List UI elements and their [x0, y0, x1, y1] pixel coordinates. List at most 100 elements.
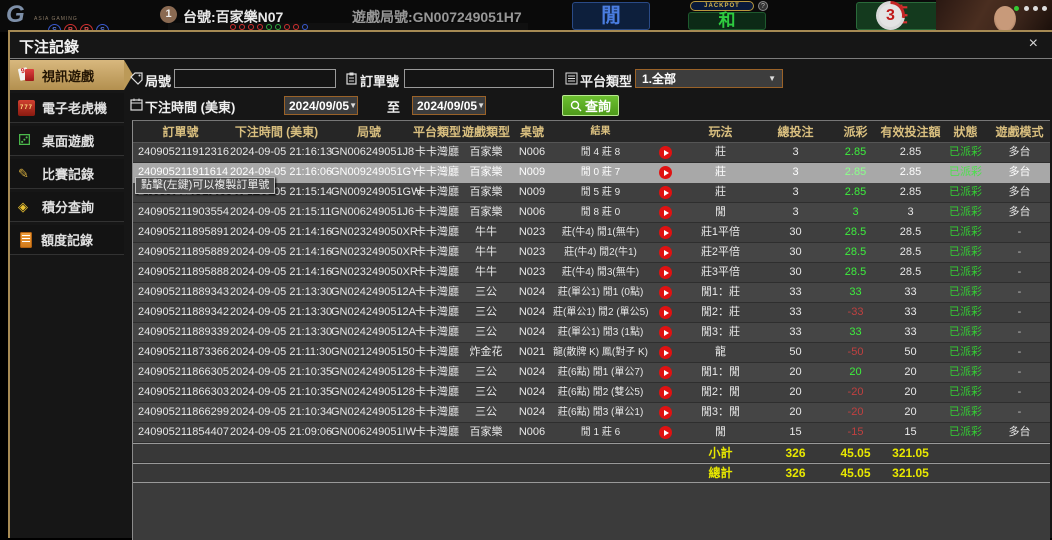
table-row[interactable]: 240905211895888 2024-09-05 21:14:16 GN0232… — [133, 263, 1050, 283]
cell-game: 牛牛 — [475, 266, 497, 278]
bet-records-dialog: 下注記錄 × 9 視訊遊戲 777 電子老虎機 ⚂ 桌面遊戲 ✎ 比賽記錄 ◈ … — [8, 30, 1052, 540]
date-from-select[interactable]: 2024/09/05 ▼ — [284, 96, 358, 115]
play-video-icon[interactable] — [659, 146, 672, 159]
cell-play: 閒 — [715, 426, 726, 438]
date-to-select[interactable]: 2024/09/05 ▼ — [412, 96, 486, 115]
table-row[interactable]: 240905211903554 2024-09-05 21:15:11 GN0062… — [133, 203, 1050, 223]
table-row[interactable]: 240905211895889 2024-09-05 21:14:16 GN0232… — [133, 243, 1050, 263]
round-input[interactable] — [174, 69, 336, 88]
cell-bet: 15 — [789, 426, 802, 438]
ag-logo-subtext: ASIA GAMING — [34, 16, 78, 22]
cell-play: 閒2：莊 — [700, 306, 741, 318]
cell-order: 240905211889339 — [138, 326, 229, 338]
sidebar-item-table-games[interactable]: ⚂ 桌面遊戲 — [10, 126, 124, 156]
cell-play_btn — [648, 403, 683, 422]
cell-payout: 2.85 — [844, 146, 867, 158]
to-label: 至 — [387, 100, 401, 115]
cell-result: 莊(單公1) 閒1 (0點) — [557, 287, 644, 298]
cell-bet: 20 — [789, 406, 802, 418]
cell-result: 莊(6點) 閒1 (單公7) — [557, 367, 644, 378]
cell-payout: 2.85 — [844, 166, 867, 178]
cell-time: 2024-09-05 21:13:30 — [230, 326, 333, 338]
cell-result: 閒 0 莊 7 — [580, 167, 621, 178]
table-row[interactable]: 240905211912316 2024-09-05 21:16:13 GN0062… — [133, 143, 1050, 163]
close-icon[interactable]: × — [1029, 36, 1038, 52]
cell-tbl: N006 — [518, 206, 546, 218]
cell-payout: -50 — [847, 346, 864, 358]
header-cell: 玩法 — [708, 125, 733, 139]
search-icon — [570, 100, 582, 111]
table-row[interactable]: 240905211895891 2024-09-05 21:14:16 GN0232… — [133, 223, 1050, 243]
cell-payout: -33 — [847, 306, 864, 318]
cell-result: 龍(散牌 K) 鳳(對子 K) — [553, 347, 648, 358]
sidebar-item-match-records[interactable]: ✎ 比賽記錄 — [10, 159, 124, 189]
sidebar-item-video-games[interactable]: 9 視訊遊戲 — [10, 60, 133, 90]
table-row[interactable]: 240905211889342 2024-09-05 21:13:30 GN0242… — [133, 303, 1050, 323]
bet-zone-tie[interactable]: 和 — [688, 12, 766, 30]
jackpot-help-icon[interactable]: ? — [758, 1, 768, 11]
sidebar-item-points-query[interactable]: ◈ 積分查詢 — [10, 192, 124, 222]
table-header-row: 訂單號 下注時間 (美東) 局號 平台類型 遊戲類型 桌號 結果 玩法 總投注 派彩 有效投注額 狀態… — [133, 121, 1050, 143]
cell-tbl — [511, 464, 553, 483]
play-video-icon[interactable] — [659, 286, 672, 299]
round-filter-label: 局號 — [145, 74, 172, 89]
play-video-icon[interactable] — [659, 166, 672, 179]
cell-platform: 卡卡灣廳 — [415, 226, 459, 238]
play-video-icon[interactable] — [659, 326, 672, 339]
play-video-icon[interactable] — [659, 306, 672, 319]
table-row[interactable]: 240905211866299 2024-09-05 21:10:34 GN0242… — [133, 403, 1050, 423]
cell-play: 莊1平倍 — [700, 226, 741, 238]
play-video-icon[interactable] — [659, 246, 672, 259]
cell-time: 2024-09-05 21:11:30 — [230, 346, 332, 358]
play-video-icon[interactable] — [659, 426, 672, 439]
table-row[interactable]: 240905211866303 2024-09-05 21:10:35 GN0242… — [133, 383, 1050, 403]
cell-payout: 45.05 — [840, 446, 871, 460]
table-row[interactable]: 240905211866305 2024-09-05 21:10:35 GN0242… — [133, 363, 1050, 383]
table-row[interactable]: 240905211889343 2024-09-05 21:13:30 GN0242… — [133, 283, 1050, 303]
cell-valid: 2.85 — [899, 166, 922, 178]
play-video-icon[interactable] — [659, 186, 672, 199]
order-input[interactable] — [404, 69, 554, 88]
cell-mode: - — [1017, 246, 1022, 258]
play-video-icon[interactable] — [659, 406, 672, 419]
cell-payout: 2.85 — [844, 186, 867, 198]
cell-play_btn — [648, 343, 683, 362]
cell-platform — [413, 444, 461, 463]
play-video-icon[interactable] — [659, 226, 672, 239]
play-video-icon[interactable] — [659, 266, 672, 279]
play-video-icon[interactable] — [659, 386, 672, 399]
header-cell — [648, 121, 683, 143]
play-video-icon[interactable] — [659, 346, 672, 359]
date-from-value: 2024/09/05 — [289, 98, 350, 113]
play-video-icon[interactable] — [659, 366, 672, 379]
cell-tbl: N024 — [518, 306, 546, 318]
cell-play: 閒 — [715, 206, 726, 218]
cell-round: GN023249050XR — [331, 266, 418, 278]
dealer-video — [936, 0, 1052, 32]
cell-round: GN02124905150 — [331, 346, 415, 358]
play-video-icon[interactable] — [659, 206, 672, 219]
cell-play_btn — [648, 423, 683, 442]
table-row[interactable]: 240905211889339 2024-09-05 21:13:30 GN0242… — [133, 323, 1050, 343]
bet-zone-player[interactable]: 閒 — [572, 2, 650, 30]
cell-round: GN0242490512A — [331, 306, 417, 318]
table-row[interactable]: 240905211854407 2024-09-05 21:09:06 GN0062… — [133, 423, 1050, 443]
cell-platform: 卡卡灣廳 — [415, 266, 459, 278]
cell-tbl: N024 — [518, 406, 546, 418]
query-button[interactable]: 查詢 — [562, 95, 620, 116]
cell-order: 240905211873366 — [138, 346, 229, 358]
cell-order: 240905211895891 — [138, 226, 229, 238]
cell-result: 閒 5 莊 9 — [580, 187, 621, 198]
table-row[interactable]: 240905211873366 2024-09-05 21:11:30 GN0212… — [133, 343, 1050, 363]
platform-select[interactable]: 1.全部 ▼ — [635, 69, 783, 88]
cell-tbl: N009 — [518, 186, 546, 198]
cell-game — [461, 464, 511, 483]
cell-valid: 20 — [904, 406, 917, 418]
sidebar-item-slots[interactable]: 777 電子老虎機 — [10, 93, 124, 123]
cell-result: 莊(單公1) 閒3 (1點) — [557, 327, 644, 338]
header-cell: 派彩 — [843, 125, 868, 139]
cell-valid: 20 — [904, 366, 917, 378]
jackpot-badge: JACKPOT — [690, 1, 754, 11]
cell-valid: 28.5 — [899, 226, 922, 238]
sidebar-item-quota-records[interactable]: 額度記錄 — [10, 225, 124, 255]
